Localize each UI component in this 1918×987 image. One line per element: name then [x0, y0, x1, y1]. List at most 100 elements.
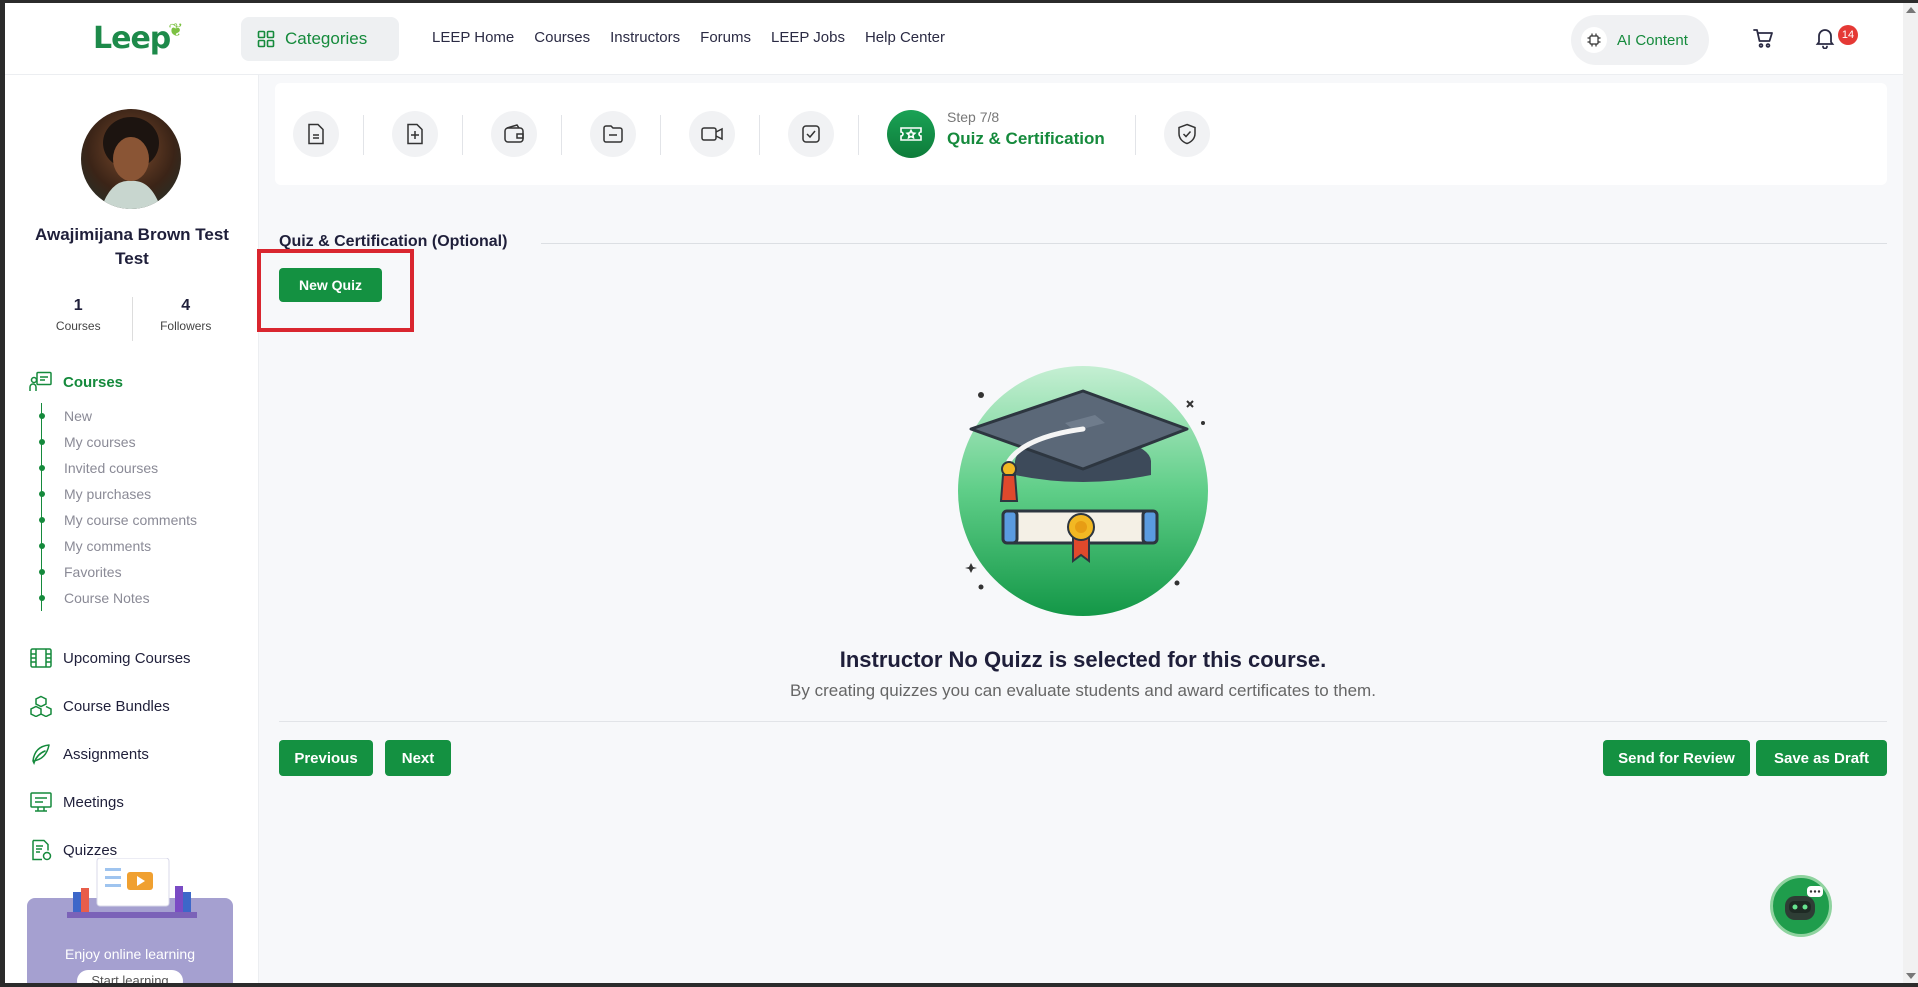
sidebar-courses-label: Courses [63, 373, 124, 391]
scroll-down-icon[interactable] [1906, 973, 1916, 979]
step-separator [858, 115, 859, 155]
sidebar-sub-my-purchases[interactable]: My purchases [38, 481, 241, 507]
send-for-review-button[interactable]: Send for Review [1603, 740, 1750, 776]
laptop-illustration-icon [67, 858, 197, 918]
bell-icon[interactable] [1815, 27, 1835, 49]
film-icon [30, 648, 52, 668]
sprout-icon: ❦ [168, 20, 183, 41]
user-stats: 1 Courses 4 Followers [25, 297, 239, 341]
ai-content-button[interactable]: AI Content [1571, 15, 1709, 65]
stat-courses-count: 1 [73, 297, 83, 314]
step-separator [1135, 115, 1136, 155]
previous-button[interactable]: Previous [279, 740, 373, 776]
nav-leep-home[interactable]: LEEP Home [432, 29, 514, 46]
sidebar-quizzes-label: Quizzes [63, 841, 118, 859]
empty-state-title: Instructor No Quizz is selected for this… [839, 647, 1327, 672]
wallet-icon [504, 124, 524, 143]
stat-courses-label: Courses [55, 319, 101, 333]
steps-card: Step 7/8 Quiz & Certification [275, 83, 1887, 185]
file-plus-icon [407, 123, 423, 145]
quiz-doc-icon [32, 839, 52, 861]
sidebar-bundles-label: Course Bundles [63, 697, 170, 715]
active-step-info: Step 7/8 Quiz & Certification [947, 109, 1105, 149]
save-as-draft-button[interactable]: Save as Draft [1756, 740, 1887, 776]
user-name: Awajimijana Brown Test Test [35, 225, 229, 268]
sidebar-item-assignments[interactable]: Assignments [29, 743, 149, 765]
empty-state-subtitle: By creating quizzes you can evaluate stu… [790, 681, 1376, 700]
sidebar-sub-new[interactable]: New [38, 403, 241, 429]
stat-courses: 1 Courses [25, 297, 132, 341]
highlight-annotation [257, 249, 414, 332]
presentation-icon [30, 792, 52, 812]
step-4-button[interactable] [590, 111, 636, 157]
step-3-button[interactable] [491, 111, 537, 157]
folder-minus-icon [603, 125, 623, 143]
step-5-button[interactable] [689, 111, 735, 157]
grid-icon [257, 30, 275, 48]
graduation-cap-illustration-icon [958, 366, 1208, 616]
sidebar: Awajimijana Brown Test Test 1 Courses 4 … [5, 75, 259, 983]
sidebar-meetings-label: Meetings [63, 793, 124, 811]
video-camera-icon [701, 127, 723, 141]
sidebar-sub-my-course-comments[interactable]: My course comments [38, 507, 241, 533]
active-step-count: Step 7/8 [947, 109, 1000, 125]
sidebar-sub-my-courses[interactable]: My courses [38, 429, 241, 455]
check-square-icon [802, 125, 820, 143]
section-divider [541, 243, 1887, 244]
sidebar-sub-favorites[interactable]: Favorites [38, 559, 241, 585]
sidebar-sub-course-notes[interactable]: Course Notes [38, 585, 241, 611]
courses-sub-list: New My courses Invited courses My purcha… [38, 403, 241, 611]
page-scrollbar[interactable] [1903, 3, 1918, 983]
nav-leep-jobs[interactable]: LEEP Jobs [771, 29, 845, 46]
main-nav: LEEP Home Courses Instructors Forums LEE… [432, 29, 945, 46]
next-button[interactable]: Next [385, 740, 451, 776]
document-icon [308, 123, 324, 145]
step-6-button[interactable] [788, 111, 834, 157]
scroll-up-icon[interactable] [1906, 7, 1916, 13]
step-1-button[interactable] [293, 111, 339, 157]
step-separator [561, 115, 562, 155]
step-separator [660, 115, 661, 155]
chatbot-button[interactable] [1770, 875, 1832, 937]
courses-board-icon [29, 371, 52, 391]
actions-divider [279, 721, 1887, 722]
categories-button[interactable]: Categories [241, 17, 399, 61]
sidebar-sub-my-comments[interactable]: My comments [38, 533, 241, 559]
sidebar-item-meetings[interactable]: Meetings [29, 791, 124, 813]
avatar[interactable] [81, 109, 181, 209]
sidebar-item-upcoming-courses[interactable]: Upcoming Courses [29, 647, 191, 669]
nav-help-center[interactable]: Help Center [865, 29, 945, 46]
ticket-star-icon [900, 127, 922, 141]
sidebar-item-courses[interactable]: Courses [29, 371, 123, 393]
step-7-button[interactable] [887, 110, 935, 158]
promo-card: Enjoy online learning Start learning [27, 858, 233, 983]
app-frame: Leep❦ Categories LEEP Home Courses Instr… [5, 3, 1903, 983]
sidebar-upcoming-label: Upcoming Courses [63, 649, 191, 667]
step-separator [759, 115, 760, 155]
stat-followers: 4 Followers [131, 297, 240, 341]
active-step-title: Quiz & Certification [947, 129, 1105, 148]
logo-text: Leep [93, 21, 171, 56]
notification-badge: 14 [1838, 25, 1858, 45]
stat-followers-label: Followers [160, 319, 212, 333]
step-separator [363, 115, 364, 155]
step-separator [462, 115, 463, 155]
feather-icon [32, 744, 50, 765]
cart-icon[interactable] [1752, 27, 1774, 49]
leep-logo[interactable]: Leep❦ [93, 20, 184, 56]
robot-icon [1785, 886, 1823, 920]
nav-instructors[interactable]: Instructors [610, 29, 680, 46]
nav-courses[interactable]: Courses [534, 29, 590, 46]
start-learning-button[interactable]: Start learning [77, 970, 183, 983]
step-2-button[interactable] [392, 111, 438, 157]
ai-content-label: AI Content [1617, 31, 1688, 49]
sidebar-assignments-label: Assignments [63, 745, 149, 763]
promo-text: Enjoy online learning [65, 946, 195, 962]
boxes-icon [30, 695, 52, 717]
sidebar-item-course-bundles[interactable]: Course Bundles [29, 695, 170, 717]
nav-forums[interactable]: Forums [700, 29, 751, 46]
sidebar-sub-invited-courses[interactable]: Invited courses [38, 455, 241, 481]
step-8-button[interactable] [1164, 111, 1210, 157]
cpu-chip-icon [1581, 27, 1607, 53]
stat-followers-count: 4 [181, 297, 191, 314]
